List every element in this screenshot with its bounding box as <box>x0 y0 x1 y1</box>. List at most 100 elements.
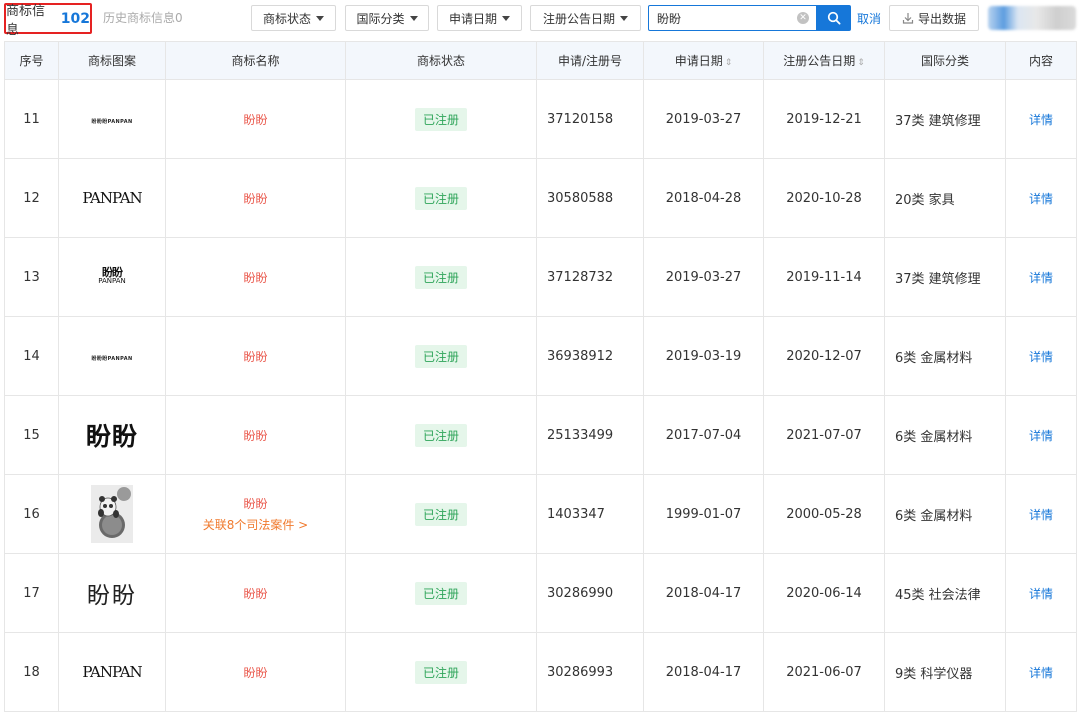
cell-status: 已注册 <box>345 553 537 633</box>
cell-content: 详情 <box>1005 474 1077 554</box>
table-row: 14 盼盼盼PANPAN 盼盼 已注册 36938912 2019-03-19 … <box>4 316 1077 396</box>
trademark-name: 盼盼 <box>243 428 268 443</box>
panda-logo-image <box>91 485 133 543</box>
clear-icon[interactable]: ✕ <box>797 12 809 24</box>
cell-apply-date: 2019-03-19 <box>643 316 764 396</box>
cell-logo <box>58 474 166 554</box>
avatar[interactable] <box>988 6 1076 30</box>
status-badge: 已注册 <box>414 186 467 210</box>
trademark-logo-en: PANPAN <box>98 277 126 285</box>
detail-link[interactable]: 详情 <box>1029 666 1053 680</box>
filter-class-label: 国际分类 <box>356 11 405 26</box>
cancel-search-link[interactable]: 取消 <box>857 10 881 27</box>
trademark-logo: PANPAN <box>82 663 142 681</box>
cell-class: 9类 科学仪器 <box>884 632 1006 712</box>
related-cases-link[interactable]: 关联8个司法案件 > <box>166 516 345 533</box>
sort-icon: ⇕ <box>857 58 865 68</box>
trademark-logo: 盼盼 <box>87 583 137 609</box>
cell-pub-date: 2019-12-21 <box>763 79 885 159</box>
trademark-logo: 盼盼 <box>85 422 138 451</box>
table-header-row: 序号 商标图案 商标名称 商标状态 申请/注册号 申请日期 ⇕ 注册公告日期 ⇕ 国… <box>4 41 1077 80</box>
cell-seq: 18 <box>4 632 59 712</box>
detail-link[interactable]: 详情 <box>1029 429 1053 443</box>
detail-link[interactable]: 详情 <box>1029 350 1053 364</box>
cell-status: 已注册 <box>345 158 537 238</box>
cell-pub-date: 2020-10-28 <box>763 158 885 238</box>
sort-icon: ⇕ <box>724 58 733 68</box>
cell-regno: 36938912 <box>536 316 644 396</box>
header-status: 商标状态 <box>345 41 537 80</box>
status-badge: 已注册 <box>414 344 467 368</box>
header-apply-date-label: 申请日期 <box>674 54 723 68</box>
filter-apply-date-label: 申请日期 <box>448 11 497 26</box>
status-badge: 已注册 <box>414 660 467 684</box>
header-name: 商标名称 <box>165 41 346 80</box>
cell-name: 盼盼 <box>165 395 346 475</box>
cell-pub-date: 2020-12-07 <box>763 316 885 396</box>
cell-logo: 盼盼盼PANPAN <box>58 79 166 159</box>
table-row: 13 盼盼 PANPAN 盼盼 已注册 37128732 2019-03-27 … <box>4 237 1077 317</box>
header-pub-date-label: 注册公告日期 <box>783 54 856 68</box>
header-apply-date[interactable]: 申请日期 ⇕ <box>643 41 764 80</box>
cell-pub-date: 2021-06-07 <box>763 632 885 712</box>
header-pub-date[interactable]: 注册公告日期 ⇕ <box>763 41 885 80</box>
status-badge: 已注册 <box>414 107 467 131</box>
detail-link[interactable]: 详情 <box>1029 587 1053 601</box>
filter-status-button[interactable]: 商标状态 <box>251 5 336 31</box>
filter-class-button[interactable]: 国际分类 <box>345 5 429 31</box>
trademark-logo-cn: 盼盼 <box>102 266 123 279</box>
cell-logo: 盼盼 PANPAN <box>58 237 166 317</box>
cell-content: 详情 <box>1005 316 1077 396</box>
download-icon <box>902 13 914 24</box>
cell-regno: 25133499 <box>536 395 644 475</box>
cell-content: 详情 <box>1005 237 1077 317</box>
search-button[interactable] <box>817 5 851 31</box>
cell-regno: 30286993 <box>536 632 644 712</box>
detail-link[interactable]: 详情 <box>1029 192 1053 206</box>
status-badge: 已注册 <box>414 502 467 526</box>
header-content: 内容 <box>1005 41 1077 80</box>
cell-status: 已注册 <box>345 632 537 712</box>
cell-class: 6类 金属材料 <box>884 395 1006 475</box>
filter-apply-date-button[interactable]: 申请日期 <box>437 5 522 31</box>
cell-name: 盼盼 <box>165 158 346 238</box>
table-row: 11 盼盼盼PANPAN 盼盼 已注册 37120158 2019-03-27 … <box>4 79 1077 159</box>
cell-name: 盼盼 <box>165 316 346 396</box>
trademark-logo: 盼盼盼PANPAN <box>91 355 133 362</box>
trademark-table: 序号 商标图案 商标名称 商标状态 申请/注册号 申请日期 ⇕ 注册公告日期 ⇕ 国… <box>4 41 1077 712</box>
cell-pub-date: 2000-05-28 <box>763 474 885 554</box>
cell-logo: PANPAN <box>58 632 166 712</box>
cell-status: 已注册 <box>345 395 537 475</box>
cell-logo: 盼盼盼PANPAN <box>58 316 166 396</box>
cell-name: 盼盼 <box>165 632 346 712</box>
status-badge: 已注册 <box>414 265 467 289</box>
filter-pub-date-button[interactable]: 注册公告日期 <box>530 5 641 31</box>
cell-class: 6类 金属材料 <box>884 316 1006 396</box>
detail-link[interactable]: 详情 <box>1029 113 1053 127</box>
cell-seq: 14 <box>4 316 59 396</box>
cell-apply-date: 2018-04-28 <box>643 158 764 238</box>
tab-trademark-info[interactable]: 商标信息 102 <box>4 3 92 38</box>
search-input[interactable] <box>649 6 789 30</box>
tab-history-trademark-info[interactable]: 历史商标信息0 <box>103 9 183 26</box>
cell-regno: 30286990 <box>536 553 644 633</box>
cell-seq: 17 <box>4 553 59 633</box>
cell-class: 20类 家具 <box>884 158 1006 238</box>
cell-seq: 12 <box>4 158 59 238</box>
toolbar: 商标信息 102 历史商标信息0 商标状态 国际分类 申请日期 注册公告日期 ✕… <box>0 0 1080 38</box>
table-row: 17 盼盼 盼盼 已注册 30286990 2018-04-17 2020-06… <box>4 553 1077 633</box>
cell-logo: 盼盼 <box>58 553 166 633</box>
table-row: 16 盼盼 关联8个司法案件 > 已注册 1403347 1999-01-07 … <box>4 474 1077 554</box>
status-badge: 已注册 <box>414 423 467 447</box>
detail-link[interactable]: 详情 <box>1029 271 1053 285</box>
header-seq: 序号 <box>4 41 59 80</box>
cell-content: 详情 <box>1005 553 1077 633</box>
detail-link[interactable]: 详情 <box>1029 508 1053 522</box>
cell-apply-date: 2018-04-17 <box>643 553 764 633</box>
cell-regno: 37128732 <box>536 237 644 317</box>
trademark-logo: 盼盼盼PANPAN <box>91 118 133 125</box>
export-data-button[interactable]: 导出数据 <box>889 5 979 31</box>
cell-seq: 11 <box>4 79 59 159</box>
header-logo: 商标图案 <box>58 41 166 80</box>
header-regno: 申请/注册号 <box>536 41 644 80</box>
